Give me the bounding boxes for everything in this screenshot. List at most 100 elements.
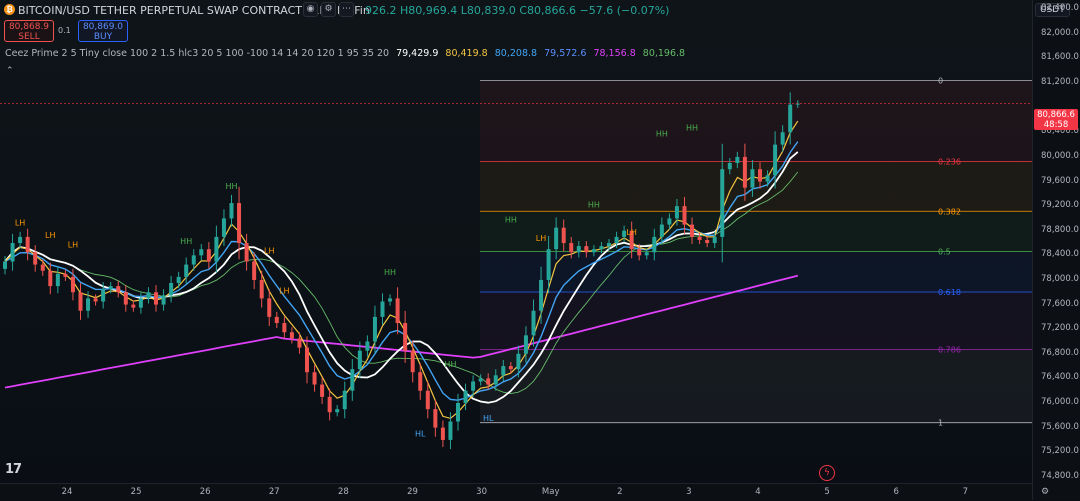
- candle-body: [191, 255, 196, 265]
- candle-body: [169, 283, 174, 296]
- candle-body: [644, 252, 649, 256]
- pivot-label: LH: [536, 234, 546, 243]
- candle-body: [403, 323, 408, 351]
- axis-settings-icon[interactable]: ⚙: [1041, 487, 1049, 497]
- candle-body: [418, 372, 423, 391]
- pivot-label: HH: [505, 216, 517, 225]
- candle-body: [425, 390, 430, 410]
- candle-body: [274, 316, 279, 324]
- candle-body: [86, 298, 91, 311]
- candle-body: [297, 338, 302, 348]
- date-tick-label: 6: [893, 487, 899, 497]
- date-tick-label: 25: [130, 487, 142, 497]
- candle-body: [372, 316, 377, 342]
- candle-body: [614, 236, 619, 244]
- candle-body: [123, 292, 128, 305]
- settings-icon[interactable]: ⚙: [321, 2, 336, 17]
- indicator-value: 79,429.9: [396, 48, 439, 59]
- indicator-legend[interactable]: Ceez Prime 2 5 Tiny close 100 2 1.5 hlc3…: [5, 48, 689, 59]
- buy-label: BUY: [93, 32, 113, 42]
- candle-body: [659, 224, 664, 237]
- candle-body: [93, 298, 98, 302]
- candle-body: [267, 298, 272, 317]
- indicator-value: 80,196.8: [642, 48, 686, 59]
- price-tick-label: 81,200.0: [1041, 77, 1079, 88]
- price-tick-label: 82,400.0: [1041, 3, 1079, 14]
- candle-body: [395, 298, 400, 324]
- fib-level-label: 0.786: [938, 345, 961, 354]
- sell-button[interactable]: 80,868.9 SELL: [4, 20, 54, 42]
- candle-body: [516, 353, 521, 370]
- candle-body: [561, 227, 566, 244]
- candle-body: [554, 227, 559, 250]
- pivot-label: HH: [686, 123, 698, 132]
- candle-body: [252, 261, 257, 280]
- tradingview-logo[interactable]: 17: [5, 462, 22, 477]
- price-tick-label: 79,200.0: [1041, 200, 1079, 211]
- price-tick-label: 77,200.0: [1041, 323, 1079, 334]
- fib-level-label: 0.382: [938, 207, 961, 216]
- candle-body: [478, 378, 483, 382]
- candle-body: [705, 239, 710, 244]
- candle-body: [576, 246, 581, 253]
- candle-body: [742, 156, 747, 188]
- time-axis[interactable]: [0, 483, 1032, 501]
- candle-body: [523, 335, 528, 354]
- candle-body: [501, 366, 506, 376]
- candle-body: [327, 396, 332, 413]
- candle-body: [176, 276, 181, 284]
- price-tick-label: 81,600.0: [1041, 52, 1079, 63]
- candle-body: [569, 243, 574, 253]
- candle-body: [161, 295, 166, 305]
- date-tick-label: 26: [199, 487, 211, 497]
- pivot-label: LH: [68, 240, 78, 249]
- candle-body: [463, 390, 468, 404]
- indicator-value: 78,156.8: [593, 48, 636, 59]
- candle-body: [697, 236, 702, 240]
- candle-body: [682, 206, 687, 225]
- pivot-label: HH: [444, 360, 456, 369]
- lightning-icon[interactable]: ϟ: [819, 465, 835, 481]
- candle-body: [259, 279, 264, 299]
- buy-button[interactable]: 80,869.0 BUY: [78, 20, 128, 42]
- fib-level-label: 0.236: [938, 157, 961, 166]
- price-tick-label: 78,000.0: [1041, 273, 1079, 284]
- buy-price: 80,869.0: [82, 22, 124, 32]
- price-tick-label: 74,800.0: [1041, 470, 1079, 481]
- candle-body: [70, 276, 75, 293]
- collapse-chevron-icon[interactable]: ⌃: [6, 66, 14, 76]
- candle-body: [312, 372, 317, 385]
- pivot-label: LH: [45, 231, 55, 240]
- candle-body: [146, 292, 151, 299]
- candle-body: [3, 261, 7, 269]
- candle-body: [55, 273, 60, 287]
- current-price-tag: 80,866.6 48:58: [1034, 109, 1078, 130]
- price-tick-label: 77,600.0: [1041, 298, 1079, 309]
- candle-body: [199, 249, 204, 256]
- eye-icon[interactable]: ◉: [303, 2, 318, 17]
- date-tick-label: 4: [755, 487, 761, 497]
- indicator-name: Ceez Prime 2 5 Tiny close 100 2 1.5 hlc3…: [5, 48, 390, 59]
- candle-body: [607, 243, 611, 247]
- candle-body: [108, 286, 113, 290]
- candle-body: [667, 218, 672, 225]
- candle-body: [154, 292, 158, 305]
- fib-level-label: 1: [938, 419, 943, 428]
- candle-body: [48, 270, 53, 287]
- candle-body: [712, 236, 717, 244]
- date-tick-label: 7: [962, 487, 969, 497]
- more-icon[interactable]: ⋯: [339, 2, 354, 17]
- price-tick-label: 76,400.0: [1041, 372, 1079, 383]
- candle-body: [131, 304, 136, 308]
- candle-body: [244, 243, 249, 262]
- candle-body: [229, 203, 234, 219]
- candle-body: [335, 409, 340, 413]
- price-chart[interactable]: 0 0.236 0.382 0.5 0.618 0.786 1 LH LH LH HH HH LH LH…: [0, 0, 1032, 483]
- candle-body: [33, 252, 38, 265]
- price-tick-label: 82,000.0: [1041, 27, 1079, 38]
- candle-body: [758, 169, 762, 182]
- price-tick-label: 80,000.0: [1041, 150, 1079, 161]
- candle-body: [388, 298, 393, 302]
- pivot-label: HH: [384, 268, 396, 277]
- candle-body: [101, 289, 106, 302]
